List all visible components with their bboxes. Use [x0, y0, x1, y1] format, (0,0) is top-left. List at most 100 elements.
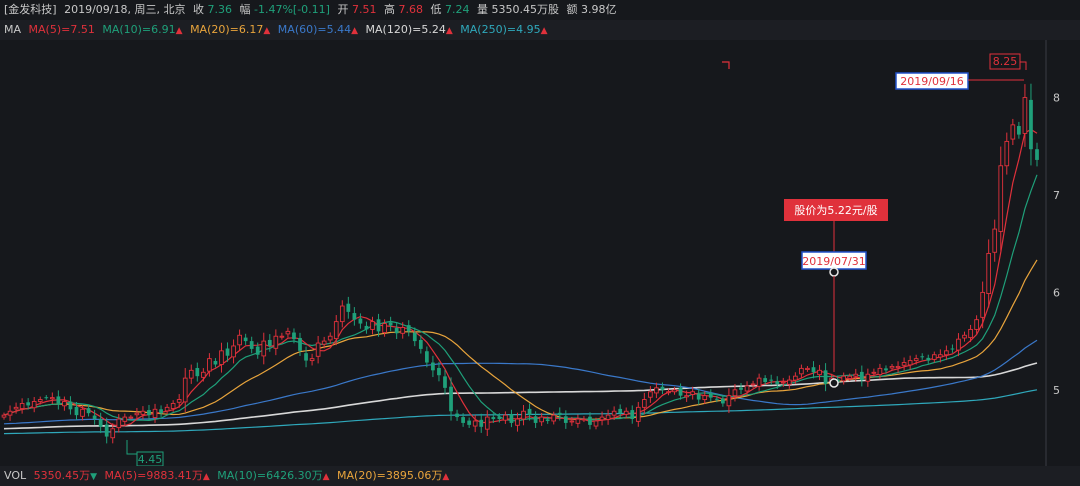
candle [931, 351, 937, 363]
candle [261, 332, 267, 365]
high-price-label: 8.25 [993, 55, 1018, 68]
candle [533, 411, 538, 428]
candle [164, 403, 170, 415]
candle [581, 416, 587, 423]
stock-name[interactable]: [金发科技] [4, 0, 57, 20]
amount-label: 额 [566, 3, 578, 16]
candle [195, 362, 200, 382]
candle [696, 388, 701, 405]
candle [926, 354, 931, 364]
candle [285, 327, 291, 338]
candle [956, 333, 961, 357]
amount-value: 3.98亿 [580, 3, 617, 16]
candle [358, 313, 363, 329]
candle [479, 413, 484, 433]
open-value: 7.51 [351, 3, 377, 16]
arrow-up-icon: ▲ [445, 26, 453, 36]
candle [352, 307, 357, 326]
candle [799, 364, 804, 378]
candle [376, 313, 381, 337]
candle [769, 374, 774, 386]
volume-legend: VOL 5350.45万▼ MA(5)=9883.41万▲ MA(10)=642… [0, 466, 1080, 486]
mid-date-label: 2019/07/31 [802, 255, 865, 268]
candle [1010, 118, 1016, 146]
ma120-item: MA(120)=5.24▲ [366, 20, 453, 40]
candle [339, 300, 345, 328]
candle [920, 353, 925, 360]
arrow-up-icon: ▲ [175, 26, 183, 36]
candle [116, 413, 122, 433]
candle [998, 146, 1004, 251]
candle [563, 410, 568, 429]
arrow-up-icon: ▲ [351, 26, 359, 36]
candle [56, 390, 61, 410]
date-info: 2019/09/18, 周三, 北京 [64, 3, 186, 16]
candle [364, 321, 369, 334]
candle [455, 409, 459, 421]
candle [527, 403, 532, 421]
arrow-down-icon: ▼ [90, 472, 98, 482]
candle [279, 332, 285, 340]
candle [962, 331, 967, 342]
candle [859, 365, 864, 387]
ma20-item: MA(20)=6.17▲ [190, 20, 270, 40]
low-price-tag: 4.45 [126, 440, 164, 466]
candle [388, 316, 393, 332]
candle [188, 364, 194, 384]
candle [68, 396, 73, 415]
vol-item: 5350.45万▼ [34, 466, 97, 486]
low-label: 低 [430, 3, 442, 16]
candle [623, 407, 629, 419]
candle [237, 329, 242, 351]
high-price-tag: 8.25 [989, 53, 1027, 70]
candle [443, 369, 447, 395]
ma-title[interactable]: MA [4, 20, 21, 40]
y-tick: 6 [1053, 286, 1060, 299]
candle [726, 388, 732, 414]
candle [437, 361, 441, 382]
vol-title[interactable]: VOL [4, 466, 26, 486]
candle [122, 413, 128, 425]
candle [50, 392, 55, 404]
candle [370, 316, 375, 335]
price-note: 股价为5.22元/股 [784, 199, 888, 252]
ma20-label: MA(20)=6.17 [190, 23, 264, 36]
high-value: 7.68 [398, 3, 423, 16]
candle [635, 401, 641, 427]
low-value: 7.24 [444, 3, 470, 16]
candlestick-chart[interactable]: 8 7 6 5 8.25 2019/09/16 股价为5.22元/股 2019/… [0, 40, 1080, 466]
candle [575, 414, 581, 428]
candle [992, 219, 998, 262]
moving-average-lines [3, 128, 1038, 435]
ma60-label: MA(60)=5.44 [277, 23, 352, 36]
marker-circle-icon [829, 378, 839, 388]
candle [720, 395, 725, 407]
candle [503, 411, 508, 424]
candle [31, 397, 37, 413]
change-abs: [-0.11] [292, 3, 330, 16]
candle [484, 410, 490, 436]
candle [817, 364, 822, 381]
candle [431, 355, 435, 378]
candle [219, 342, 224, 373]
candle [1035, 142, 1039, 167]
vol-ma20-item: MA(20)=3895.06万▲ [337, 466, 449, 486]
candle [907, 355, 913, 370]
high-date-tag: 2019/09/16 [895, 72, 1024, 90]
ma5-label: MA(5)=7.51 [28, 23, 95, 36]
candle [243, 333, 248, 345]
candle [249, 336, 254, 354]
candle [1029, 83, 1033, 166]
ma250-label: MA(250)=4.95 [460, 23, 541, 36]
ma10-label: MA(10)=6.91 [102, 23, 176, 36]
marker-circle-icon [829, 267, 839, 277]
ma5-line [3, 128, 1038, 427]
candle [950, 344, 955, 353]
y-axis: 8 7 6 5 [1045, 40, 1060, 466]
candle [811, 361, 816, 379]
high-label: 高 [383, 3, 395, 16]
y-tick: 5 [1053, 384, 1060, 397]
candle [231, 339, 236, 364]
chart-window: [金发科技] 2019/09/18, 周三, 北京 收 7.36 幅 -1.47… [0, 0, 1080, 486]
candle [62, 396, 67, 411]
